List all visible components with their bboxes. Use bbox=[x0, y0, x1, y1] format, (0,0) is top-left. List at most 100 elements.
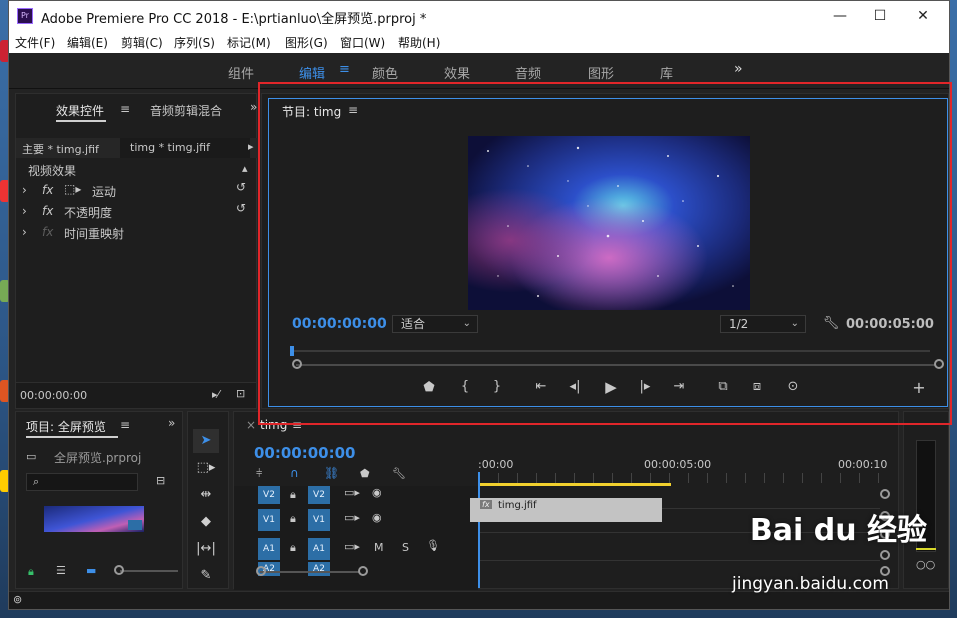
fx-icon[interactable]: fx bbox=[42, 183, 53, 197]
project-clip-thumbnail[interactable] bbox=[44, 506, 144, 532]
icon-view-icon[interactable]: ▬ bbox=[86, 564, 96, 577]
vertical-zoom-handle[interactable] bbox=[880, 550, 890, 560]
effect-controls-timecode[interactable]: 00:00:00:00 bbox=[20, 389, 87, 402]
ruler-label-5s: 00:00:05:00 bbox=[644, 458, 712, 471]
work-area-bar[interactable] bbox=[479, 483, 671, 486]
lock-track-icon[interactable]: 🔒︎ bbox=[290, 488, 296, 502]
timeline-playhead[interactable] bbox=[478, 472, 480, 588]
sequence-clip-label: timg * timg.jfif bbox=[130, 141, 210, 154]
vertical-zoom-handle[interactable] bbox=[880, 489, 890, 499]
menu-file[interactable]: 文件(F) bbox=[15, 34, 55, 51]
effect-opacity[interactable]: 不透明度 bbox=[64, 204, 112, 221]
menu-window[interactable]: 窗口(W) bbox=[340, 34, 385, 51]
effect-motion[interactable]: 运动 bbox=[92, 183, 116, 200]
project-search-input[interactable]: ⌕ bbox=[26, 473, 138, 491]
mute-button[interactable]: M bbox=[374, 541, 384, 554]
workspace-libraries[interactable]: 库 bbox=[660, 63, 673, 82]
thumbnail-zoom-handle[interactable] bbox=[114, 565, 124, 575]
timeline-ruler-ticks[interactable] bbox=[479, 473, 889, 483]
panel-more-icon[interactable]: » bbox=[250, 100, 257, 114]
track-v1-target[interactable]: V1 bbox=[258, 509, 280, 531]
reset-icon[interactable]: ↺ bbox=[236, 201, 246, 215]
source-v2[interactable]: V2 bbox=[308, 486, 330, 504]
list-view-icon[interactable]: ☰ bbox=[56, 564, 66, 577]
expand-chevron-icon[interactable]: › bbox=[22, 225, 27, 239]
reset-icon[interactable]: ↺ bbox=[236, 180, 246, 194]
panel-more-icon[interactable]: » bbox=[168, 416, 175, 430]
close-sequence-icon[interactable]: × bbox=[246, 418, 256, 432]
sequence-clip-tab[interactable]: timg * timg.jfif bbox=[120, 138, 250, 158]
menu-graphics[interactable]: 图形(G) bbox=[285, 34, 328, 51]
microphone-icon[interactable]: 🎙︎ bbox=[426, 539, 440, 552]
pen-tool-icon[interactable]: ✎ bbox=[193, 564, 219, 588]
sync-lock-icon[interactable]: ▭▸ bbox=[344, 540, 360, 553]
linked-selection-icon[interactable]: ⛓︎ bbox=[324, 466, 339, 480]
thumbnail-zoom-slider[interactable] bbox=[120, 570, 178, 572]
timeline-video-clip[interactable]: fx timg.jfif bbox=[470, 498, 662, 522]
menu-clip[interactable]: 剪辑(C) bbox=[121, 34, 163, 51]
workspace-graphics[interactable]: 图形 bbox=[588, 63, 614, 82]
track-v2-target[interactable]: V2 bbox=[258, 486, 280, 504]
new-bin-icon[interactable]: ⊟ bbox=[156, 474, 165, 487]
sync-lock-icon[interactable]: ▭▸ bbox=[344, 511, 360, 524]
solo-button[interactable]: S bbox=[402, 541, 409, 554]
tab-audio-clip-mixer[interactable]: 音频剪辑混合 bbox=[150, 102, 222, 119]
track-zoom-scrollbar[interactable] bbox=[260, 571, 360, 573]
slip-tool-icon[interactable]: |↔| bbox=[193, 537, 219, 561]
effect-controls-menu-icon[interactable]: ≡ bbox=[120, 102, 130, 116]
workspace-editing[interactable]: 编辑 bbox=[299, 63, 325, 82]
play-triangle-icon[interactable]: ▸ bbox=[248, 140, 254, 153]
creative-cloud-icon[interactable]: ⊚ bbox=[13, 593, 22, 606]
workspace-color[interactable]: 颜色 bbox=[372, 63, 398, 82]
sync-lock-icon[interactable]: ▭▸ bbox=[344, 486, 360, 499]
close-button[interactable]: ✕ bbox=[901, 3, 945, 29]
project-panel-menu-icon[interactable]: ≡ bbox=[120, 418, 130, 432]
workspace-audio[interactable]: 音频 bbox=[515, 63, 541, 82]
expand-chevron-icon[interactable]: › bbox=[22, 183, 27, 197]
ruler-label-start: :00:00 bbox=[478, 458, 514, 471]
selection-tool-icon[interactable]: ➤ bbox=[193, 429, 219, 453]
scroll-handle-right[interactable] bbox=[358, 566, 368, 576]
source-v1[interactable]: V1 bbox=[308, 509, 330, 531]
fx-icon[interactable]: fx bbox=[42, 204, 53, 218]
minimize-button[interactable]: — bbox=[818, 3, 862, 29]
menu-bar: 文件(F) 编辑(E) 剪辑(C) 序列(S) 标记(M) 图形(G) 窗口(W… bbox=[9, 31, 949, 53]
lock-track-icon[interactable]: 🔒︎ bbox=[290, 512, 296, 526]
maximize-button[interactable]: ☐ bbox=[858, 3, 902, 29]
master-clip-label[interactable]: 主要 * timg.jfif bbox=[22, 141, 99, 157]
export-frame-icon[interactable]: ⊡ bbox=[236, 387, 245, 400]
workspace-assembly[interactable]: 组件 bbox=[228, 63, 254, 82]
workspace-effects[interactable]: 效果 bbox=[444, 63, 470, 82]
tab-effect-controls[interactable]: 效果控件 bbox=[56, 102, 104, 119]
scroll-handle-left[interactable] bbox=[256, 566, 266, 576]
menu-marker[interactable]: 标记(M) bbox=[227, 34, 271, 51]
track-a1-target[interactable]: A1 bbox=[258, 538, 280, 560]
menu-help[interactable]: 帮助(H) bbox=[398, 34, 440, 51]
lock-icon[interactable]: 🔒︎ bbox=[28, 565, 34, 579]
source-a1[interactable]: A1 bbox=[308, 538, 330, 560]
solo-meter-buttons[interactable]: ○○ bbox=[916, 558, 935, 571]
project-panel-title[interactable]: 项目: 全屏预览 bbox=[26, 418, 106, 435]
play-only-audio-icon[interactable]: ▸⁄ bbox=[212, 388, 219, 401]
workspace-more-icon[interactable]: » bbox=[734, 61, 743, 77]
snap-icon[interactable]: ∩ bbox=[290, 466, 299, 480]
lock-track-icon[interactable]: 🔒︎ bbox=[290, 541, 296, 555]
program-monitor-highlight-box bbox=[258, 82, 952, 425]
audio-meters-panel: ○○ bbox=[903, 411, 949, 589]
ripple-edit-tool-icon[interactable]: ⇹ bbox=[193, 483, 219, 507]
workspace-menu-icon[interactable]: ≡ bbox=[339, 62, 350, 77]
razor-tool-icon[interactable]: ◆ bbox=[193, 510, 219, 534]
eye-icon[interactable]: ◉ bbox=[372, 511, 382, 524]
nest-sequence-icon[interactable]: ⫩ bbox=[256, 467, 262, 481]
expand-chevron-icon[interactable]: › bbox=[22, 204, 27, 218]
timeline-timecode[interactable]: 00:00:00:00 bbox=[254, 444, 356, 462]
track-select-tool-icon[interactable]: ⬚▸ bbox=[193, 456, 219, 480]
menu-edit[interactable]: 编辑(E) bbox=[67, 34, 108, 51]
menu-sequence[interactable]: 序列(S) bbox=[174, 34, 215, 51]
source-a2[interactable]: A2 bbox=[308, 562, 330, 576]
timeline-settings-wrench-icon[interactable]: 🔧︎ bbox=[392, 467, 406, 480]
eye-icon[interactable]: ◉ bbox=[372, 486, 382, 499]
add-marker-icon[interactable]: ⬟ bbox=[360, 467, 370, 480]
collapse-up-icon[interactable]: ▴ bbox=[242, 162, 248, 175]
effect-time-remapping[interactable]: 时间重映射 bbox=[64, 225, 124, 242]
